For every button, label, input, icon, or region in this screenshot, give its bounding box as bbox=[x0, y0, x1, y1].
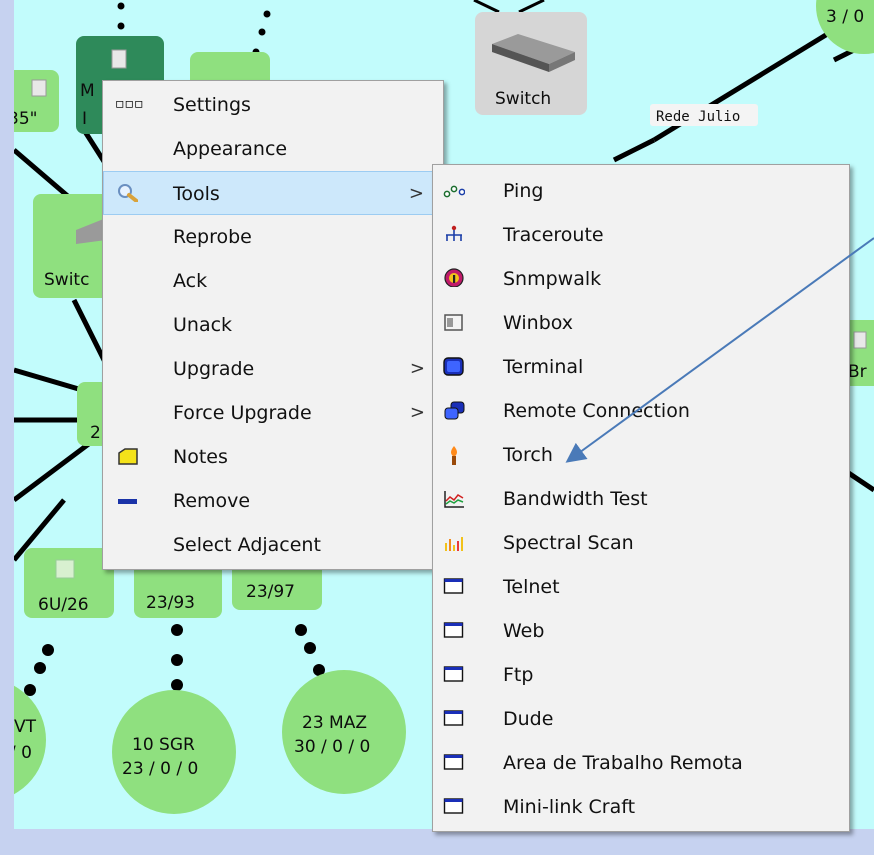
annotation-arrow bbox=[565, 237, 874, 463]
